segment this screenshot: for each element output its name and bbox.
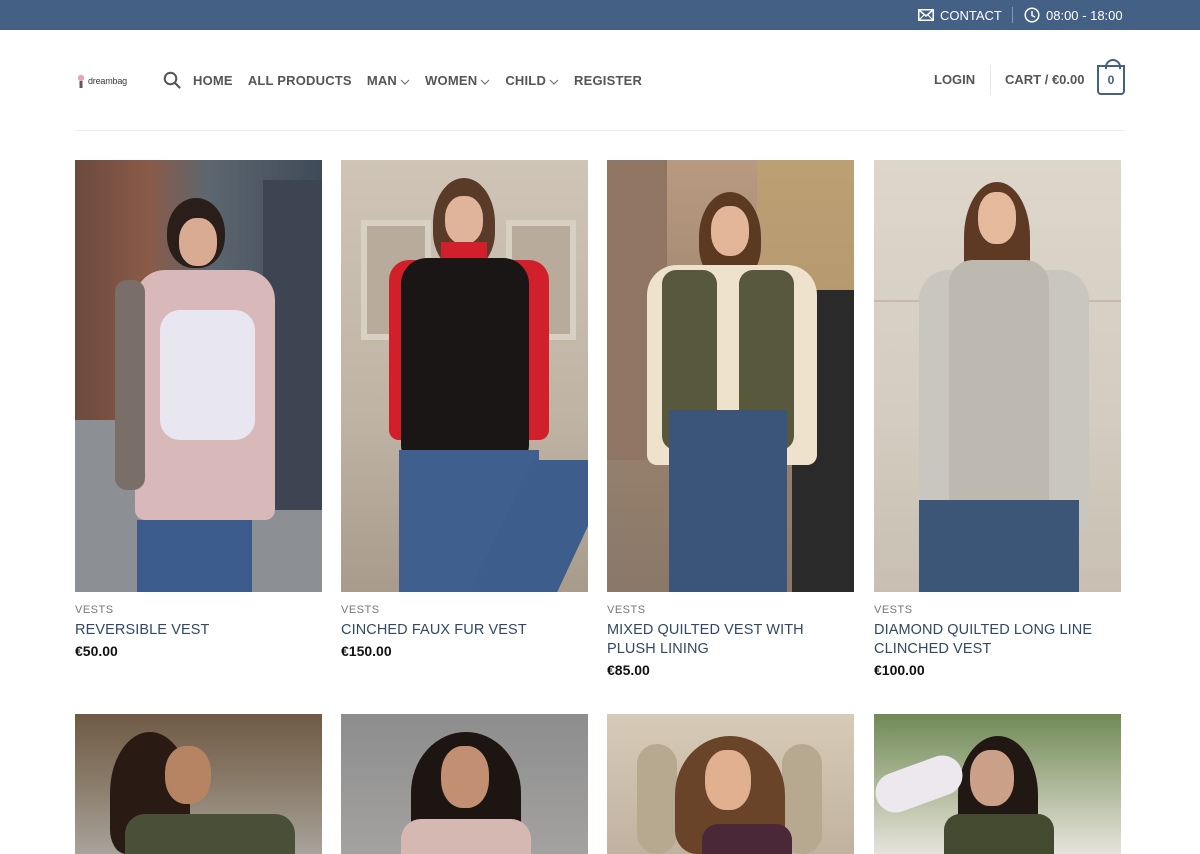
product-name[interactable]: DIAMOND QUILTED LONG LINE CLINCHED VEST xyxy=(874,621,1121,659)
product-name[interactable]: CINCHED FAUX FUR VEST xyxy=(341,621,588,640)
product-image[interactable] xyxy=(341,714,588,854)
product-price: €50.00 xyxy=(75,643,118,659)
product-card[interactable]: VESTS CINCHED FAUX FUR VEST €150.00 xyxy=(341,160,588,660)
product-card[interactable]: VESTS DIAMOND QUILTED LONG LINE CLINCHED… xyxy=(874,160,1121,679)
contact-link[interactable]: CONTACT xyxy=(918,0,1002,30)
topbar-divider xyxy=(1012,7,1013,23)
login-link[interactable]: LOGIN xyxy=(934,70,975,90)
nav-child[interactable]: CHILD xyxy=(505,73,559,88)
nav-home[interactable]: HOME xyxy=(193,73,233,88)
opening-hours: 08:00 - 18:00 xyxy=(1024,0,1123,30)
site-logo[interactable]: dreambag xyxy=(76,70,127,92)
product-image[interactable] xyxy=(874,160,1121,592)
nav-man[interactable]: MAN xyxy=(367,73,410,88)
nav-label: MAN xyxy=(366,72,398,88)
nav-label: HOME xyxy=(193,72,233,88)
header-divider xyxy=(990,65,991,95)
product-card[interactable]: VESTS MIXED QUILTED VEST WITH PLUSH LINI… xyxy=(607,160,854,679)
cart-count: 0 xyxy=(1107,73,1115,87)
main-nav: HOME ALL PRODUCTS MAN WOMEN CHILD REGIST… xyxy=(193,70,657,90)
contact-label: CONTACT xyxy=(940,7,1002,23)
top-bar: CONTACT 08:00 - 18:00 xyxy=(0,0,1200,30)
chevron-down-icon xyxy=(549,73,559,88)
product-category[interactable]: VESTS xyxy=(341,603,588,617)
hours-label: 08:00 - 18:00 xyxy=(1046,7,1123,23)
logo-mark xyxy=(76,72,86,90)
nav-label: REGISTER xyxy=(574,72,643,88)
nav-label: WOMEN xyxy=(425,72,478,88)
product-image[interactable] xyxy=(341,160,588,592)
product-category[interactable]: VESTS xyxy=(874,603,1121,617)
logo-text: dreambag xyxy=(88,76,127,86)
product-price: €100.00 xyxy=(874,662,925,678)
product-name[interactable]: MIXED QUILTED VEST WITH PLUSH LINING xyxy=(607,621,854,659)
product-name[interactable]: REVERSIBLE VEST xyxy=(75,621,322,640)
nav-label: CHILD xyxy=(505,72,547,88)
product-card[interactable] xyxy=(75,714,322,854)
product-card[interactable]: VESTS REVERSIBLE VEST €50.00 xyxy=(75,160,322,660)
nav-register[interactable]: REGISTER xyxy=(574,73,642,88)
search-icon[interactable] xyxy=(163,71,181,89)
cart-count-badge[interactable]: 0 xyxy=(1097,59,1125,95)
product-price: €85.00 xyxy=(607,662,650,678)
nav-women[interactable]: WOMEN xyxy=(425,73,490,88)
nav-label: ALL PRODUCTS xyxy=(247,72,352,88)
product-card[interactable] xyxy=(874,714,1121,854)
product-image[interactable] xyxy=(75,160,322,592)
product-card[interactable] xyxy=(341,714,588,854)
product-image[interactable] xyxy=(607,160,854,592)
product-card[interactable] xyxy=(607,714,854,854)
product-category[interactable]: VESTS xyxy=(75,603,322,617)
envelope-icon xyxy=(918,9,934,21)
product-category[interactable]: VESTS xyxy=(607,603,854,617)
product-image[interactable] xyxy=(75,714,322,854)
header-divider-line xyxy=(75,130,1125,131)
nav-all-products[interactable]: ALL PRODUCTS xyxy=(248,73,352,88)
product-image[interactable] xyxy=(607,714,854,854)
chevron-down-icon xyxy=(400,73,410,88)
product-price: €150.00 xyxy=(341,643,392,659)
product-image[interactable] xyxy=(874,714,1121,854)
cart-link[interactable]: CART / €0.00 xyxy=(1005,70,1084,90)
clock-icon xyxy=(1024,7,1040,23)
site-header: dreambag HOME ALL PRODUCTS MAN WOMEN CHI… xyxy=(0,30,1200,130)
chevron-down-icon xyxy=(480,73,490,88)
